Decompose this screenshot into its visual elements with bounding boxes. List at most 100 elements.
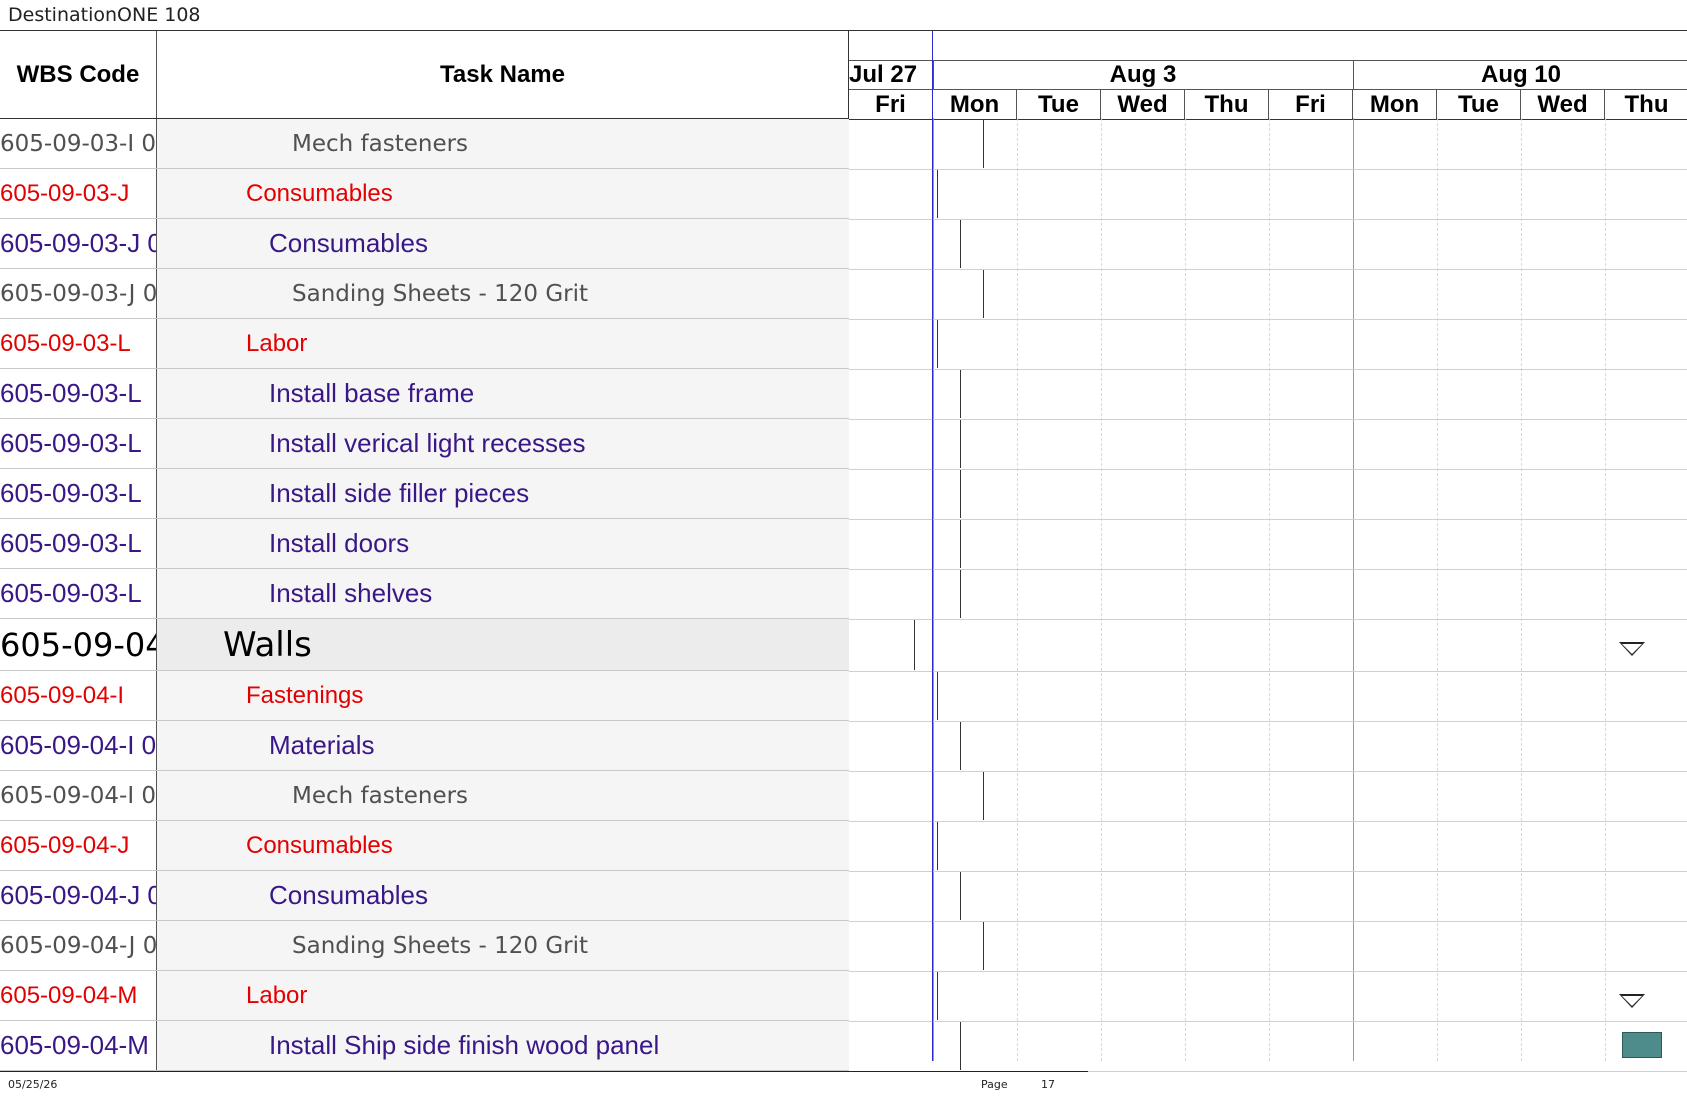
gantt-chart: Jul 27 Aug 3 Aug 10 Fri Mon Tue Wed Thu Fri Mon T…	[849, 30, 1687, 1072]
wbs-code-cell[interactable]: 605-09-03-L	[0, 469, 157, 518]
day-label: Mon	[933, 90, 1017, 119]
row-gridline	[849, 169, 1687, 170]
week-label: Jul 27	[849, 60, 934, 89]
task-name-cell[interactable]: Install doors	[157, 519, 961, 568]
week-label: Aug 3	[933, 60, 1354, 89]
table-row[interactable]: 605-09-03-J 0 Consumables	[0, 219, 961, 269]
task-name-cell[interactable]: Labor	[157, 971, 938, 1020]
table-row[interactable]: 605-09-03-J Consumables	[0, 169, 938, 219]
week-label: Aug 10	[1353, 60, 1687, 89]
summary-row[interactable]: 605-09-04 Walls	[0, 619, 915, 671]
day-label: Tue	[1017, 90, 1101, 119]
timescale-week-tier	[849, 31, 1687, 61]
row-gridline	[849, 619, 1687, 620]
table-row[interactable]: 605-09-03-L Install shelves	[0, 569, 961, 619]
wbs-code-cell[interactable]: 605-09-04-J 0	[0, 871, 157, 920]
table-row[interactable]: 605-09-04-I 01 Mech fasteners	[0, 771, 984, 821]
wbs-code-cell[interactable]: 605-09-03-L	[0, 519, 157, 568]
table-row[interactable]: 605-09-04-I 0 Materials	[0, 721, 961, 771]
task-name-cell[interactable]: Install shelves	[157, 569, 961, 618]
task-name-cell[interactable]: Consumables	[157, 219, 961, 268]
task-name-cell[interactable]: Labor	[157, 319, 938, 368]
wbs-code-cell[interactable]: 605-09-03-L	[0, 569, 157, 618]
table-row[interactable]: 605-09-03-L Labor	[0, 319, 938, 369]
table-row[interactable]: 605-09-04-J 0 Consumables	[0, 871, 961, 921]
table-row[interactable]: 605-09-04-J Consumables	[0, 821, 938, 871]
task-name-cell[interactable]: Install Ship side finish wood panel	[157, 1021, 961, 1070]
gantt-sheet: WBS Code Task Name 605-09-03-I 01 Mech fa…	[0, 30, 1687, 1072]
task-name-cell[interactable]: Fastenings	[157, 671, 938, 720]
row-gridline	[849, 771, 1687, 772]
day-label: Fri	[1269, 90, 1353, 119]
table-row[interactable]: 605-09-03-J 01 Sanding Sheets - 120 Grit	[0, 269, 984, 319]
table-row[interactable]: 605-09-03-L Install side filler pieces	[0, 469, 961, 519]
column-header-wbs-code[interactable]: WBS Code	[0, 31, 157, 118]
table-row[interactable]: 605-09-03-L Install doors	[0, 519, 961, 569]
table-row[interactable]: 605-09-03-L Install base frame	[0, 369, 961, 419]
wbs-code-cell[interactable]: 605-09-04-M	[0, 1021, 157, 1070]
day-label: Thu	[1185, 90, 1269, 119]
task-name-cell[interactable]: Install side filler pieces	[157, 469, 961, 518]
column-header-task-name[interactable]: Task Name	[157, 31, 849, 118]
row-gridline	[849, 319, 1687, 320]
task-table: WBS Code Task Name 605-09-03-I 01 Mech fa…	[0, 30, 984, 1071]
wbs-code-cell[interactable]: 605-09-04-M	[0, 971, 157, 1020]
timescale-day-tier: Fri Mon Tue Wed Thu Fri Mon Tue Wed Thu	[849, 89, 1687, 120]
wbs-code-cell[interactable]: 605-09-03-J 01	[0, 269, 157, 318]
summary-marker-icon[interactable]	[1619, 994, 1645, 1008]
table-row[interactable]: 605-09-04-I Fastenings	[0, 671, 938, 721]
row-gridline	[849, 569, 1687, 570]
wbs-code-cell[interactable]: 605-09-04	[0, 619, 157, 670]
row-gridline	[849, 971, 1687, 972]
task-name-cell[interactable]: Materials	[157, 721, 961, 770]
current-date-line	[932, 31, 933, 1061]
table-row[interactable]: 605-09-03-I 01 Mech fasteners	[0, 119, 984, 169]
wbs-code-cell[interactable]: 605-09-03-L	[0, 419, 157, 468]
day-label: Fri	[849, 90, 933, 119]
row-gridline	[849, 921, 1687, 922]
wbs-code-cell[interactable]: 605-09-03-L	[0, 369, 157, 418]
wbs-code-cell[interactable]: 605-09-04-J	[0, 821, 157, 870]
wbs-code-cell[interactable]: 605-09-03-J	[0, 169, 157, 218]
wbs-code-cell[interactable]: 605-09-03-I 01	[0, 119, 157, 168]
day-gridline	[1353, 118, 1354, 1061]
table-row[interactable]: 605-09-04-J 01 Sanding Sheets - 120 Grit	[0, 921, 984, 971]
task-name-cell[interactable]: Walls	[157, 619, 915, 670]
footer-rule	[0, 1071, 1088, 1072]
day-label: Wed	[1101, 90, 1185, 119]
day-label: Thu	[1605, 90, 1687, 119]
task-name-cell[interactable]: Consumables	[157, 871, 961, 920]
footer-page-number: 17	[1041, 1078, 1055, 1091]
wbs-code-cell[interactable]: 605-09-04-J 01	[0, 921, 157, 970]
day-label: Mon	[1353, 90, 1437, 119]
task-bar[interactable]	[1622, 1032, 1662, 1058]
day-gridline	[1605, 118, 1606, 1061]
row-gridline	[849, 1021, 1687, 1022]
wbs-code-cell[interactable]: 605-09-03-J 0	[0, 219, 157, 268]
day-gridline	[1185, 118, 1186, 1061]
table-row[interactable]: 605-09-04-M Labor	[0, 971, 938, 1021]
day-label: Wed	[1521, 90, 1605, 119]
day-gridline	[1521, 118, 1522, 1061]
wbs-code-cell[interactable]: 605-09-03-L	[0, 319, 157, 368]
wbs-code-cell[interactable]: 605-09-04-I 0	[0, 721, 157, 770]
document-title: DestinationONE 108	[8, 4, 201, 26]
footer-date: 05/25/26	[8, 1078, 58, 1091]
wbs-code-cell[interactable]: 605-09-04-I 01	[0, 771, 157, 820]
table-row[interactable]: 605-09-04-M Install Ship side finish wood…	[0, 1021, 961, 1071]
row-gridline	[849, 419, 1687, 420]
day-label: Tue	[1437, 90, 1521, 119]
task-rows: 605-09-03-I 01 Mech fasteners 605-09-03-J C…	[0, 119, 984, 1071]
row-gridline	[849, 219, 1687, 220]
task-name-cell[interactable]: Consumables	[157, 821, 938, 870]
wbs-code-cell[interactable]: 605-09-04-I	[0, 671, 157, 720]
task-name-cell[interactable]: Consumables	[157, 169, 938, 218]
task-name-cell[interactable]: Install base frame	[157, 369, 961, 418]
summary-marker-icon[interactable]	[1619, 642, 1645, 656]
task-name-cell[interactable]: Install verical light recesses	[157, 419, 961, 468]
table-row[interactable]: 605-09-03-L Install verical light recesse…	[0, 419, 961, 469]
row-gridline	[849, 821, 1687, 822]
row-gridline	[849, 369, 1687, 370]
table-header: WBS Code Task Name	[0, 31, 849, 119]
row-gridline	[849, 871, 1687, 872]
